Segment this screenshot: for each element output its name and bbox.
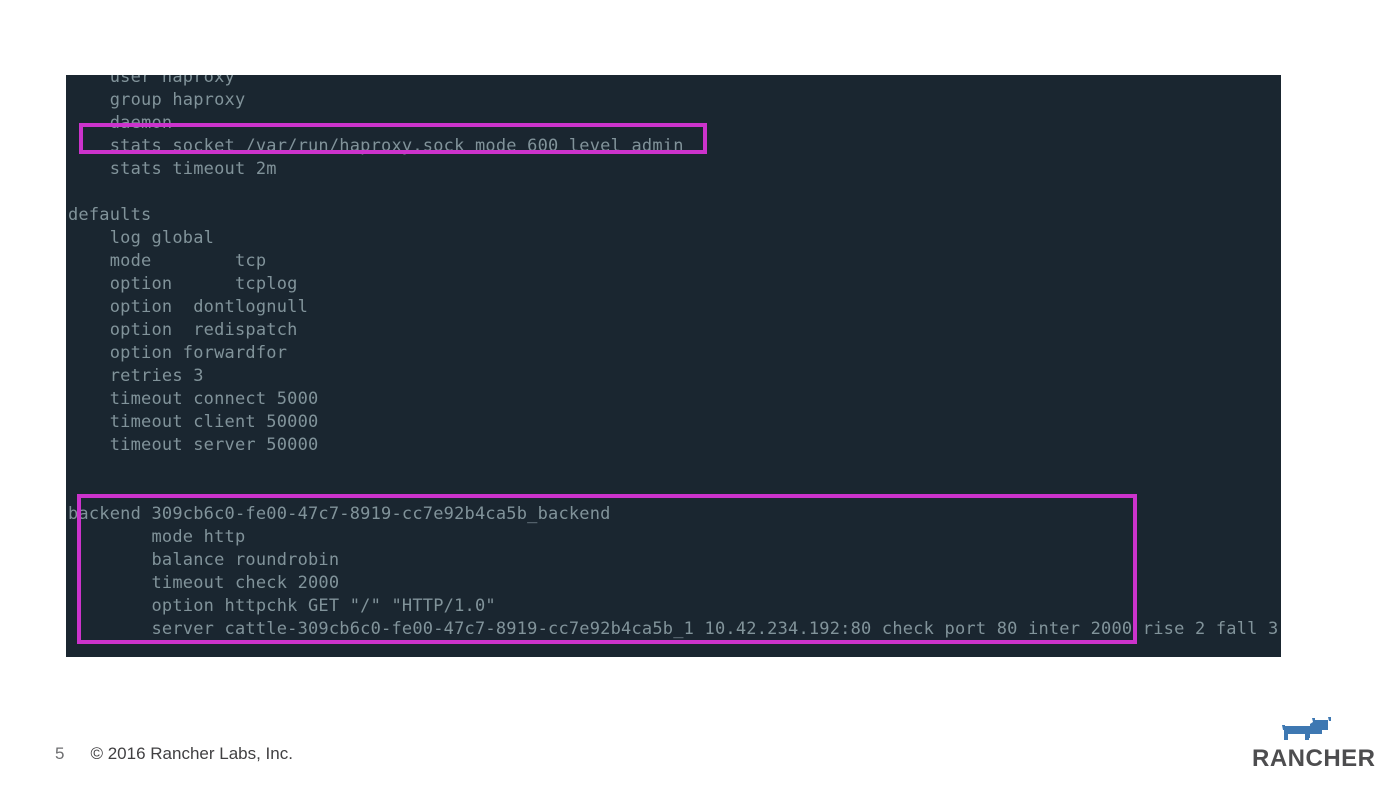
code-line: timeout client 50000 bbox=[68, 412, 319, 432]
code-line: stats socket /var/run/haproxy.sock mode … bbox=[68, 136, 684, 156]
slide-number: 5 bbox=[55, 744, 65, 763]
code-line: daemon bbox=[68, 113, 173, 133]
code-line: mode tcp bbox=[68, 251, 267, 271]
rancher-cow-icon bbox=[1252, 716, 1370, 746]
code-line: mode http bbox=[68, 527, 246, 547]
code-line: defaults bbox=[68, 205, 152, 225]
slide-footer: 5 © 2016 Rancher Labs, Inc. bbox=[55, 744, 293, 764]
copyright-notice: © 2016 Rancher Labs, Inc. bbox=[90, 744, 293, 763]
terminal-code-screenshot: user haproxy group haproxy daemon stats … bbox=[66, 75, 1281, 657]
code-line: timeout connect 5000 bbox=[68, 389, 319, 409]
rancher-wordmark: RANCHER bbox=[1252, 745, 1376, 772]
code-line: group haproxy bbox=[68, 90, 246, 110]
code-line: retries 3 bbox=[68, 366, 204, 386]
code-line: option tcplog bbox=[68, 274, 298, 294]
code-line: stats timeout 2m bbox=[68, 159, 277, 179]
code-line: log global bbox=[68, 228, 215, 248]
code-line: option redispatch bbox=[68, 320, 298, 340]
rancher-logo: RANCHER bbox=[1252, 716, 1376, 776]
code-line-list: user haproxy group haproxy daemon stats … bbox=[66, 75, 1281, 641]
code-line: option httpchk GET "/" "HTTP/1.0" bbox=[68, 596, 496, 616]
code-line: balance roundrobin bbox=[68, 550, 340, 570]
code-line: user haproxy bbox=[68, 75, 235, 87]
code-line: backend 309cb6c0-fe00-47c7-8919-cc7e92b4… bbox=[68, 504, 611, 524]
code-line: server cattle-309cb6c0-fe00-47c7-8919-cc… bbox=[68, 619, 1279, 639]
code-line: option forwardfor bbox=[68, 343, 288, 363]
code-line: timeout server 50000 bbox=[68, 435, 319, 455]
code-line: timeout check 2000 bbox=[68, 573, 340, 593]
code-line: option dontlognull bbox=[68, 297, 309, 317]
